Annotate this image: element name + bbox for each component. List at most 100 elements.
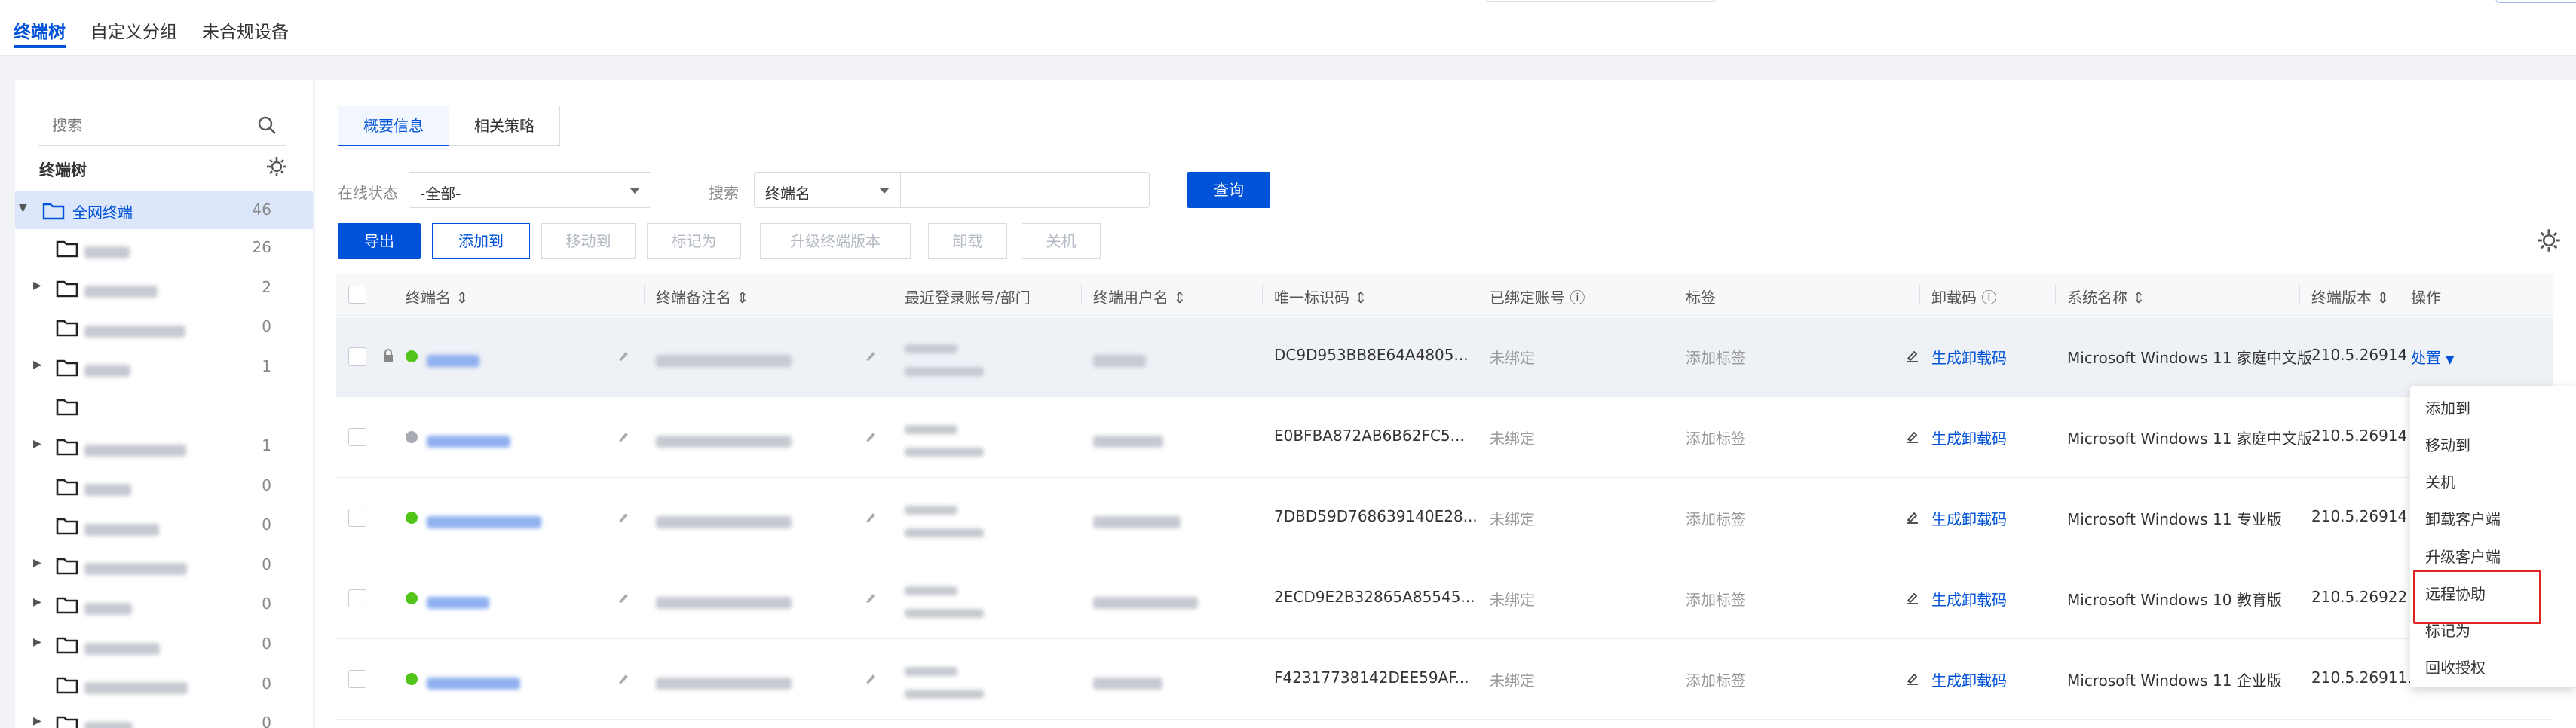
row-checkbox[interactable] (348, 428, 366, 446)
sort-icon[interactable]: ⇕ (1173, 289, 1186, 307)
tree-node[interactable]: 26 (15, 229, 313, 267)
status-select[interactable]: -全部- (409, 172, 651, 208)
add-tag-link[interactable]: 添加标签 (1686, 507, 1746, 529)
tree-search-input[interactable] (38, 106, 242, 144)
pen-icon[interactable] (1906, 671, 1919, 685)
chevron-right-icon[interactable]: ▶ (33, 438, 41, 450)
edit-icon[interactable] (864, 349, 878, 362)
chevron-right-icon[interactable]: ▶ (33, 557, 41, 569)
tree-node[interactable]: 0 (15, 308, 313, 346)
sort-icon[interactable]: ⇕ (2376, 289, 2389, 307)
redacted-terminal-name[interactable] (427, 354, 479, 367)
tree-node[interactable]: 0 (15, 506, 313, 544)
generate-uninstall-code-link[interactable]: 生成卸载码 (1931, 507, 2007, 529)
search-keyword-input[interactable] (901, 172, 1150, 208)
col-version[interactable]: 终端版本 ⇕ (2311, 286, 2389, 307)
tab-overview[interactable]: 概要信息 (338, 106, 449, 146)
pen-icon[interactable] (1906, 591, 1919, 604)
table-row[interactable]: F42317738142DEE59AF... 未绑定 添加标签 生成卸载码 Micros… (336, 640, 2553, 720)
generate-uninstall-code-link[interactable]: 生成卸载码 (1931, 346, 2007, 368)
info-icon[interactable]: ⓘ (1981, 289, 1996, 307)
tree-node[interactable]: ▶ 1 (15, 348, 313, 386)
sort-icon[interactable]: ⇕ (2132, 289, 2145, 307)
col-unique-id[interactable]: 唯一标识码 ⇕ (1274, 286, 1367, 307)
tab-custom-group[interactable]: 自定义分组 (90, 20, 177, 48)
mark-as-button[interactable]: 标记为 (647, 223, 741, 259)
edit-icon[interactable] (617, 591, 630, 604)
chevron-down-icon[interactable]: ▼ (19, 202, 27, 214)
top-action-button[interactable] (2495, 0, 2576, 3)
row-checkbox[interactable] (348, 347, 366, 366)
generate-uninstall-code-link[interactable]: 生成卸载码 (1931, 427, 2007, 448)
chevron-right-icon[interactable]: ▶ (33, 596, 41, 608)
tree-node[interactable] (15, 387, 313, 425)
top-search-input[interactable] (1487, 0, 1717, 2)
tree-node[interactable]: 0 (15, 467, 313, 505)
shutdown-button[interactable]: 关机 (1022, 223, 1101, 259)
col-terminal-name[interactable]: 终端名 ⇕ (406, 286, 468, 307)
tab-related-policy[interactable]: 相关策略 (449, 106, 560, 146)
uninstall-button[interactable]: 卸载 (928, 223, 1007, 259)
sort-icon[interactable]: ⇕ (455, 289, 468, 307)
pen-icon[interactable] (1906, 430, 1919, 443)
edit-icon[interactable] (617, 349, 630, 362)
table-row[interactable]: DC9D953BB8E64A4805... 未绑定 添加标签 生成卸载码 Microso… (336, 317, 2553, 397)
col-remark-name[interactable]: 终端备注名 ⇕ (656, 286, 749, 307)
row-checkbox[interactable] (348, 589, 366, 607)
search-icon[interactable] (257, 115, 277, 135)
generate-uninstall-code-link[interactable]: 生成卸载码 (1931, 668, 2007, 690)
tree-search[interactable] (38, 106, 286, 146)
gear-icon[interactable] (265, 155, 288, 178)
menu-item-add-to[interactable]: 添加到 (2425, 396, 2470, 418)
column-settings-gear-icon[interactable] (2536, 228, 2562, 253)
sort-icon[interactable]: ⇕ (1354, 289, 1367, 307)
add-tag-link[interactable]: 添加标签 (1686, 588, 1746, 610)
add-tag-link[interactable]: 添加标签 (1686, 427, 1746, 448)
add-tag-link[interactable]: 添加标签 (1686, 668, 1746, 690)
chevron-right-icon[interactable]: ▶ (33, 280, 41, 292)
edit-icon[interactable] (864, 591, 878, 604)
menu-item-uninstall-client[interactable]: 卸载客户端 (2425, 507, 2501, 529)
query-button[interactable]: 查询 (1187, 172, 1270, 208)
add-to-button[interactable]: 添加到 (432, 223, 530, 259)
select-all-checkbox[interactable] (348, 286, 366, 304)
row-checkbox[interactable] (348, 670, 366, 688)
search-field-select[interactable]: 终端名 (754, 172, 901, 208)
tree-node[interactable]: ▶ 0 (15, 586, 313, 623)
tree-node[interactable]: ▶ 0 (15, 705, 313, 728)
pen-icon[interactable] (1906, 510, 1919, 524)
info-icon[interactable]: ⓘ (1570, 289, 1585, 307)
table-row[interactable]: E0BFBA872AB6B62FC5... 未绑定 添加标签 生成卸载码 Microso… (336, 398, 2553, 478)
sort-icon[interactable]: ⇕ (736, 289, 749, 307)
menu-item-move-to[interactable]: 移动到 (2425, 433, 2470, 455)
table-row[interactable]: 2ECD9E2B32865A85545... 未绑定 添加标签 生成卸载码 Micros… (336, 559, 2553, 639)
redacted-terminal-name[interactable] (427, 435, 510, 448)
action-dropdown-trigger[interactable]: 处置 ▼ (2411, 346, 2454, 368)
edit-icon[interactable] (617, 510, 630, 524)
edit-icon[interactable] (864, 671, 878, 685)
upgrade-version-button[interactable]: 升级终端版本 (760, 223, 911, 259)
menu-item-upgrade-client[interactable]: 升级客户端 (2425, 545, 2501, 567)
tab-terminal-tree[interactable]: 终端树 (14, 20, 66, 48)
tree-node[interactable]: ▶ 0 (15, 626, 313, 663)
row-checkbox[interactable] (348, 509, 366, 527)
pen-icon[interactable] (1906, 349, 1919, 362)
tree-node[interactable]: ▶ 2 (15, 269, 313, 307)
tree-node[interactable]: ▶ 1 (15, 427, 313, 465)
add-tag-link[interactable]: 添加标签 (1686, 346, 1746, 368)
redacted-terminal-name[interactable] (427, 677, 520, 690)
chevron-right-icon[interactable]: ▶ (33, 359, 41, 371)
tree-root-all[interactable]: ▼ 全网终端 46 (15, 191, 313, 229)
move-to-button[interactable]: 移动到 (541, 223, 636, 259)
redacted-terminal-name[interactable] (427, 596, 489, 609)
col-user-name[interactable]: 终端用户名 ⇕ (1093, 286, 1186, 307)
generate-uninstall-code-link[interactable]: 生成卸载码 (1931, 588, 2007, 610)
chevron-right-icon[interactable]: ▶ (33, 636, 41, 648)
chevron-right-icon[interactable]: ▶ (33, 715, 41, 727)
menu-item-revoke-license[interactable]: 回收授权 (2425, 656, 2486, 678)
edit-icon[interactable] (617, 671, 630, 685)
export-button[interactable]: 导出 (338, 223, 421, 259)
tab-noncompliant[interactable]: 未合规设备 (202, 20, 289, 48)
edit-icon[interactable] (864, 430, 878, 443)
tree-node[interactable]: 0 (15, 665, 313, 703)
